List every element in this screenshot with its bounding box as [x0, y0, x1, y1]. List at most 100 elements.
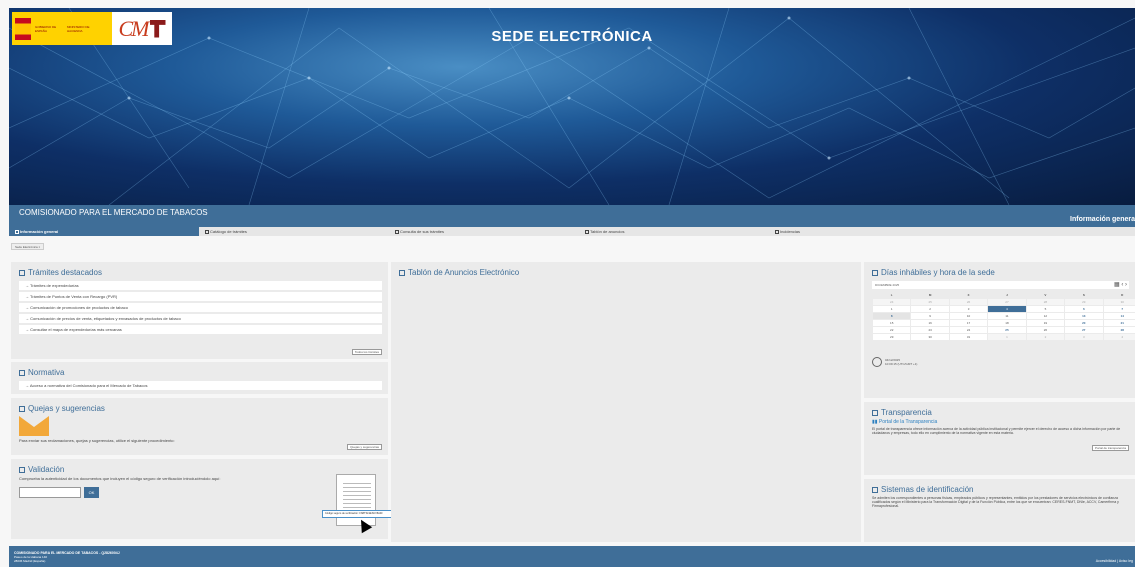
calendar-day[interactable]: 26: [948, 297, 989, 306]
calendar-grid: L M X J V S D 24 25 26 27 28 29 30 1 2 3…: [871, 292, 1135, 341]
calendar-picker-icon[interactable]: ▦: [1114, 282, 1120, 288]
calendar-day[interactable]: 10: [948, 311, 989, 320]
calendar-day[interactable]: 2: [910, 304, 950, 313]
calendar-day[interactable]: 22: [871, 325, 912, 334]
calendar-month-bar: DICIEMBRE 2025 ▦ ‹ ›: [872, 281, 1129, 289]
calendar-day-today[interactable]: 4: [987, 304, 1027, 313]
tab-informacion-general[interactable]: Información general: [9, 227, 199, 236]
calendar-day[interactable]: 3: [1064, 332, 1104, 341]
tab-tablon-anuncios[interactable]: Tablón de anuncios: [579, 227, 769, 236]
calendar-day[interactable]: 20: [1064, 318, 1104, 327]
dias-title: Días inhábiles y hora de la sede: [881, 268, 995, 277]
tramite-item[interactable]: → Trámites de Puntos de Venta con Recarg…: [19, 292, 382, 301]
title-bar: COMISIONADO PARA EL MERCADO DE TABACOS I…: [9, 205, 1135, 227]
tab-label: Incidencias: [780, 229, 801, 234]
calendar-day[interactable]: 30: [1102, 297, 1135, 306]
calendar-day[interactable]: 1: [871, 304, 912, 313]
calendar-week: 15 16 17 18 19 20 21: [871, 318, 1135, 327]
quejas-panel: Quejas y sugerencias Para enviar sus rec…: [11, 398, 388, 455]
calendar-day[interactable]: 29: [871, 332, 912, 341]
sistemas-title: Sistemas de identificación: [881, 485, 974, 494]
calendar-day[interactable]: 8: [871, 311, 912, 320]
comments-icon: [19, 406, 25, 412]
calendar-day[interactable]: 7: [1102, 304, 1135, 313]
info-general-link[interactable]: Información genera: [1070, 216, 1135, 223]
calendar-day[interactable]: 31: [948, 332, 989, 341]
calendar-day[interactable]: 27: [987, 297, 1027, 306]
csv-input[interactable]: [19, 487, 81, 498]
tramite-item[interactable]: → Trámites de expendedurías: [19, 281, 382, 290]
calendar-day[interactable]: 16: [910, 318, 950, 327]
quejas-button[interactable]: Quejas y sugerencias: [347, 444, 382, 450]
tramite-item[interactable]: → Comunicación de precios de venta, etiq…: [19, 314, 382, 323]
calendar-day[interactable]: 12: [1025, 311, 1066, 320]
calendar-day[interactable]: 28: [1102, 325, 1135, 334]
tab-catalogo-tramites[interactable]: Catálogo de trámites: [199, 227, 389, 236]
calendar-day[interactable]: 24: [871, 297, 912, 306]
tab-consulta-tramites[interactable]: Consulta de sus trámites: [389, 227, 579, 236]
calendar-day[interactable]: 15: [871, 318, 912, 327]
calendar-day[interactable]: 24: [948, 325, 989, 334]
calendar-day[interactable]: 25: [987, 325, 1027, 334]
calendar-day[interactable]: 3: [948, 304, 989, 313]
transparencia-panel: Transparencia ▮▮ Portal de la Transparen…: [864, 402, 1135, 475]
board-icon: [399, 270, 405, 276]
calendar-day[interactable]: 11: [987, 311, 1027, 320]
footer: COMISIONADO PARA EL MERCADO DE TABACOS -…: [9, 546, 1135, 567]
page: GOBIERNO DE ESPAÑA MINISTERIO DE HACIEND…: [0, 0, 1135, 567]
calendar-day[interactable]: 17: [948, 318, 989, 327]
transparencia-logo-text: Portal de la Transparencia: [878, 419, 938, 425]
clock-time: 10:09:15 (UTC/GMT +1): [885, 362, 918, 366]
calendar-day[interactable]: 19: [1025, 318, 1066, 327]
next-month-icon[interactable]: ›: [1125, 282, 1127, 288]
calendar-day[interactable]: 25: [910, 297, 950, 306]
normativa-title: Normativa: [28, 368, 65, 377]
validacion-panel: Validación Comprueba la autenticidad de …: [11, 459, 394, 539]
tramite-item[interactable]: → Consultar el mapa de expendedurías más…: [19, 325, 382, 334]
calendar-day[interactable]: 9: [910, 311, 950, 320]
calendar-day[interactable]: 2: [1025, 332, 1066, 341]
sistemas-text: Se admiten los correspondientes a person…: [872, 496, 1119, 508]
sistemas-panel: Sistemas de identificación Se admiten lo…: [864, 479, 1135, 542]
tablon-title: Tablón de Anuncios Electrónico: [408, 268, 520, 277]
calendar-day[interactable]: 29: [1064, 297, 1104, 306]
calendar-day[interactable]: 27: [1064, 325, 1104, 334]
info-icon: [15, 229, 19, 234]
board-icon: [585, 229, 589, 234]
calendar-day[interactable]: 21: [1102, 318, 1135, 327]
header-banner: GOBIERNO DE ESPAÑA MINISTERIO DE HACIEND…: [9, 8, 1135, 205]
transparencia-text: El portal de transparencia ofrece inform…: [872, 427, 1121, 435]
calendar-day[interactable]: 28: [1025, 297, 1066, 306]
calendar-day[interactable]: 13: [1064, 311, 1104, 320]
calendar-week: 29 30 31 1 2 3 4: [871, 332, 1135, 341]
todos-tramites-button[interactable]: Todos los trámites: [351, 349, 382, 355]
validacion-title: Validación: [28, 465, 65, 474]
calendar-day[interactable]: 14: [1102, 311, 1135, 320]
normativa-item[interactable]: → Acceso a normativa del Comisionado par…: [19, 381, 382, 390]
calendar-day[interactable]: 6: [1064, 304, 1104, 313]
server-clock: 04/12/2025 10:09:15 (UTC/GMT +1): [872, 357, 917, 367]
tab-incidencias[interactable]: Incidencias: [769, 227, 959, 236]
csv-code-callout: Código seguro de verificación: FN8TSL9ES…: [322, 510, 394, 518]
calendar-day[interactable]: 18: [987, 318, 1027, 327]
calendar-day[interactable]: 26: [1025, 325, 1066, 334]
breadcrumb-label: Sede Electrónica: [15, 245, 38, 249]
quejas-text: Para enviar sus reclamaciones, quejas y …: [19, 438, 175, 443]
breadcrumb[interactable]: Sede Electrónica ×: [11, 243, 45, 250]
calendar-week: 1 2 3 4 5 6 7: [871, 304, 1135, 313]
footer-links[interactable]: Accesibilidad | Aviso leg: [1096, 559, 1133, 563]
law-icon: [19, 370, 25, 376]
calendar-day[interactable]: 5: [1025, 304, 1066, 313]
portal-transparencia-button[interactable]: Portal de transparencia: [1091, 445, 1129, 451]
calendar-day[interactable]: 23: [910, 325, 950, 334]
document-sample-image: [336, 474, 376, 526]
prev-month-icon[interactable]: ‹: [1121, 282, 1123, 288]
calendar-day[interactable]: 1: [987, 332, 1027, 341]
tramites-title: Trámites destacados: [28, 268, 102, 277]
ok-button[interactable]: OK: [84, 487, 99, 498]
transparency-icon: [872, 410, 878, 416]
tramite-item[interactable]: → Comunicación de promociones de product…: [19, 303, 382, 312]
calendar-day[interactable]: 30: [910, 332, 950, 341]
calendar-day[interactable]: 4: [1102, 332, 1135, 341]
tab-label: Catálogo de trámites: [210, 229, 247, 234]
